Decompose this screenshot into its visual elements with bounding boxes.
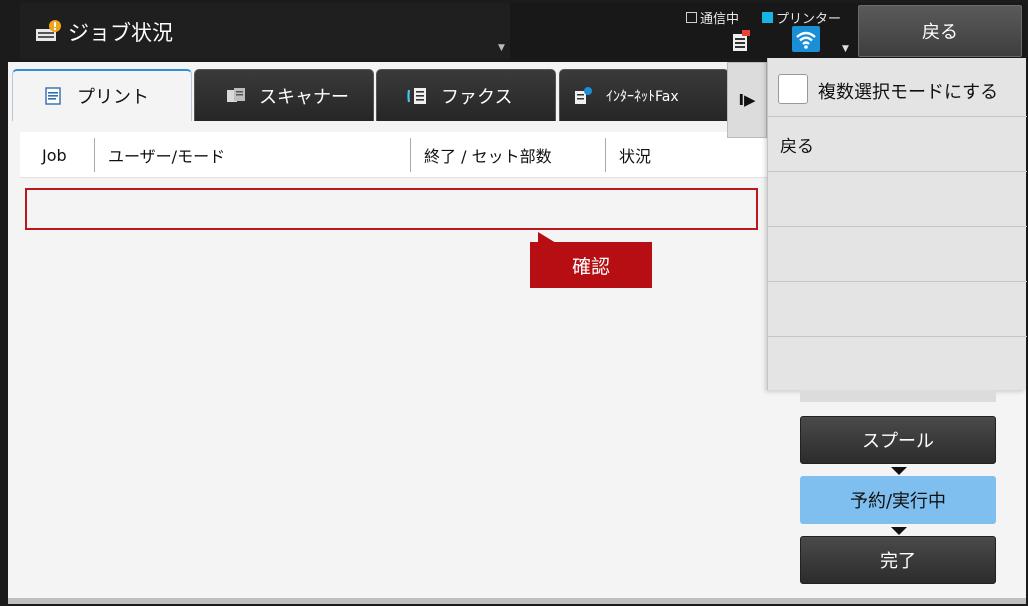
column-header-count[interactable]: 終了 / セット部数 bbox=[424, 132, 552, 178]
status-printer-indicator bbox=[762, 12, 773, 23]
printer-status-icon bbox=[733, 30, 750, 51]
queue-running-button[interactable]: 予約/実行中 bbox=[800, 476, 996, 524]
tab-fax-label: ファクス bbox=[441, 86, 513, 108]
status-comm: 通信中 bbox=[686, 8, 739, 27]
table-header: Job ユーザー/モード 終了 / セット部数 状況 bbox=[20, 132, 768, 178]
menu-item-back[interactable]: 戻る bbox=[768, 117, 1027, 172]
action-panel-toggle[interactable]: I▶ bbox=[727, 62, 767, 138]
status-comm-indicator bbox=[686, 12, 697, 23]
complete-button[interactable]: 完了 bbox=[800, 536, 996, 584]
menu-item-empty bbox=[768, 282, 1027, 337]
tab-internet-fax[interactable]: ｲﾝﾀｰﾈｯﾄFax bbox=[559, 69, 729, 121]
spool-button[interactable]: スプール bbox=[800, 416, 996, 464]
top-bar: ジョブ状況 ▼ 通信中 プリンター ▼ 戻る bbox=[20, 3, 1026, 59]
tab-print-label: プリント bbox=[77, 87, 149, 108]
menu-item-back-label: 戻る bbox=[780, 136, 814, 157]
wifi-icon bbox=[792, 26, 820, 52]
tab-fax[interactable]: ファクス bbox=[376, 69, 556, 121]
status-comm-label: 通信中 bbox=[700, 12, 740, 27]
column-divider bbox=[94, 138, 95, 172]
menu-item-empty bbox=[768, 227, 1027, 282]
table-row[interactable] bbox=[25, 188, 758, 230]
menu-item-empty bbox=[768, 172, 1027, 227]
tab-internet-fax-label: ｲﾝﾀｰﾈｯﾄFax bbox=[606, 88, 679, 105]
chevron-down-icon: ▼ bbox=[842, 44, 849, 54]
tab-print[interactable]: プリント bbox=[12, 69, 192, 121]
menu-item-empty bbox=[768, 337, 1027, 392]
scanner-icon bbox=[227, 87, 245, 102]
status-printer-label: プリンター bbox=[776, 12, 842, 27]
back-button[interactable]: 戻る bbox=[858, 5, 1022, 57]
menu-item-multi-select-label: 複数選択モードにする bbox=[818, 82, 999, 103]
arrow-down-icon bbox=[891, 527, 907, 535]
internet-fax-icon bbox=[575, 86, 592, 104]
confirm-tooltip[interactable]: 確認 bbox=[530, 242, 652, 288]
column-header-user-mode[interactable]: ユーザー/モード bbox=[108, 132, 225, 178]
column-divider bbox=[605, 138, 606, 172]
arrow-down-icon bbox=[891, 467, 907, 475]
play-arrow-icon: I▶ bbox=[738, 91, 756, 109]
page-title: ジョブ状況 bbox=[68, 21, 173, 45]
title-dropdown[interactable]: ジョブ状況 ▼ bbox=[20, 3, 510, 59]
job-status-screen: ジョブ状況 ▼ 通信中 プリンター ▼ 戻る プリント スキャナー ファクス ｲ… bbox=[0, 0, 1028, 606]
column-header-job[interactable]: Job bbox=[42, 132, 67, 178]
status-printer: プリンター bbox=[762, 8, 841, 27]
tab-bar: プリント スキャナー ファクス ｲﾝﾀｰﾈｯﾄFax bbox=[12, 69, 729, 121]
tab-scanner[interactable]: スキャナー bbox=[194, 69, 374, 121]
device-status[interactable]: 通信中 プリンター ▼ bbox=[684, 6, 854, 58]
column-divider bbox=[410, 138, 411, 172]
menu-item-multi-select[interactable]: 複数選択モードにする bbox=[768, 58, 1027, 117]
panel-ledge bbox=[800, 390, 996, 402]
chevron-down-icon: ▼ bbox=[498, 43, 505, 53]
multi-select-checkbox[interactable] bbox=[778, 74, 808, 104]
action-menu: 複数選択モードにする 戻る bbox=[767, 58, 1027, 392]
job-status-icon bbox=[36, 20, 61, 41]
fax-icon bbox=[407, 87, 426, 104]
column-header-status[interactable]: 状況 bbox=[619, 132, 651, 178]
tab-scanner-label: スキャナー bbox=[259, 86, 349, 108]
bottom-frame bbox=[8, 598, 1026, 604]
print-icon bbox=[45, 87, 61, 105]
